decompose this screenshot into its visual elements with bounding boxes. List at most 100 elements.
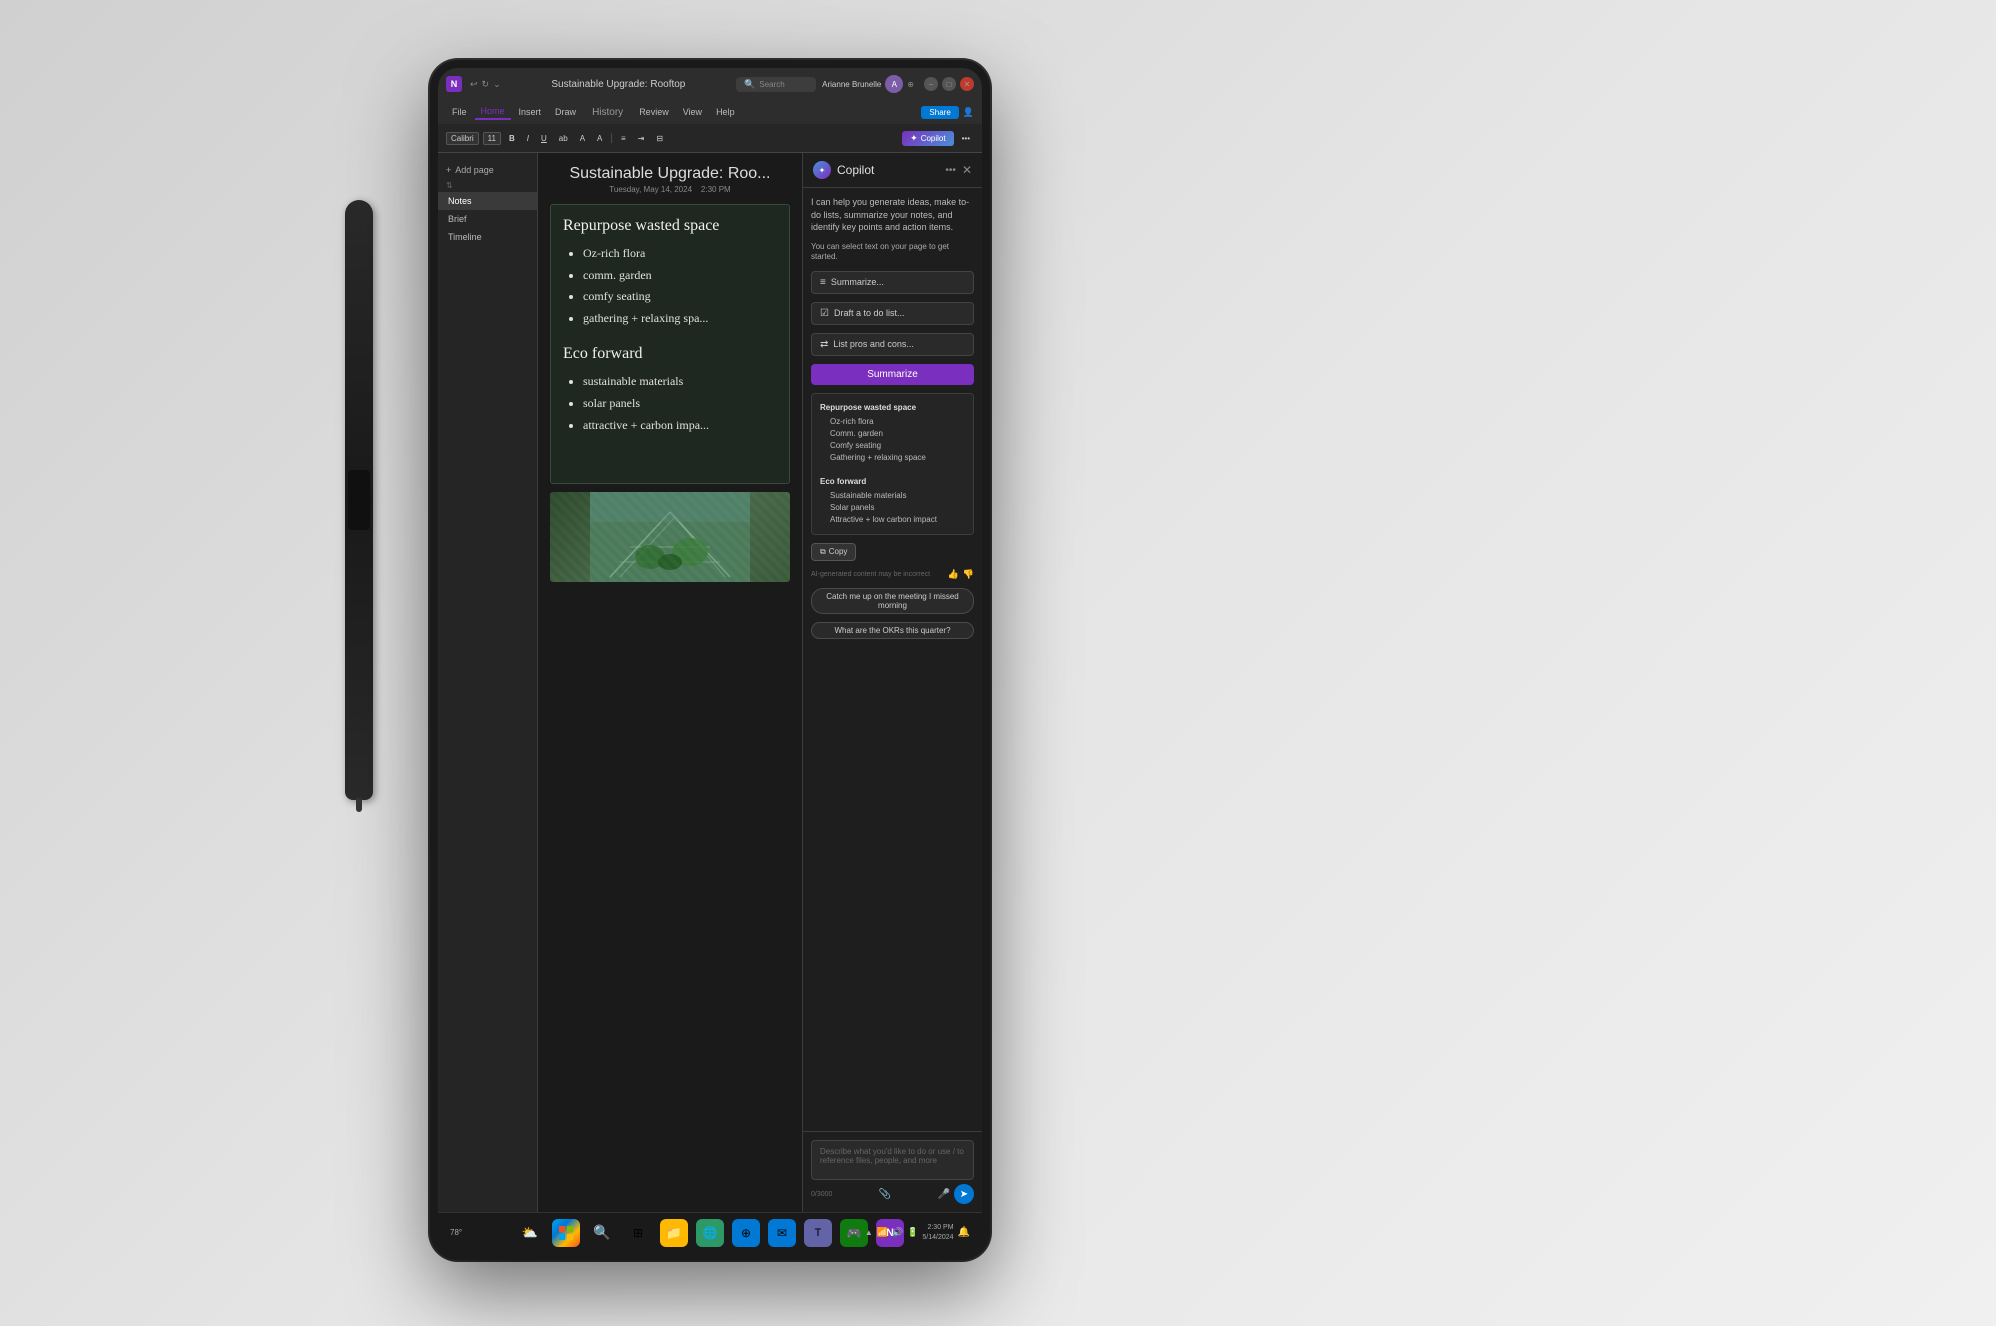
- taskbar-icon-xbox[interactable]: 🎮: [840, 1219, 868, 1247]
- thumbs-down-icon[interactable]: 👎: [963, 569, 974, 580]
- prompt-chip-catchup[interactable]: Catch me up on the meeting I missed morn…: [811, 588, 974, 614]
- bold-button[interactable]: B: [505, 133, 519, 144]
- date-text: Tuesday, May 14, 2024: [609, 185, 692, 194]
- close-button[interactable]: ✕: [960, 77, 974, 91]
- list-item: comfy seating: [583, 286, 777, 308]
- summary-bullet-1: Oz-rich flora: [820, 416, 965, 428]
- stylus-button: [348, 470, 370, 530]
- sidebar: + Add page ⇅ Notes Brief Timeline: [438, 153, 538, 1212]
- note-title: Sustainable Upgrade: Roo...: [550, 165, 790, 183]
- summary-bullet-5: Sustainable materials: [820, 490, 965, 502]
- copilot-button[interactable]: ✦ Copilot: [902, 131, 953, 146]
- font-family-selector[interactable]: Calibri: [446, 132, 479, 145]
- italic-button[interactable]: I: [523, 133, 533, 144]
- summarize-button[interactable]: Summarize: [811, 364, 974, 385]
- maximize-button[interactable]: □: [942, 77, 956, 91]
- draft-todo-label: Draft a to do list...: [834, 308, 905, 318]
- copilot-input-area: Describe what you'd like to do or use / …: [803, 1131, 982, 1212]
- divider: |: [610, 133, 613, 144]
- text-color-button[interactable]: A: [576, 133, 589, 144]
- copilot-logo-icon: ✦: [813, 161, 831, 179]
- summary-bullet-3: Comfy seating: [820, 440, 965, 452]
- sidebar-item-brief[interactable]: Brief: [438, 210, 537, 228]
- add-page-button[interactable]: + Add page: [438, 161, 537, 179]
- tab-review[interactable]: Review: [633, 105, 675, 119]
- copilot-close-button[interactable]: ✕: [962, 163, 972, 177]
- font-size-selector[interactable]: 11: [483, 132, 501, 145]
- stylus-tip: [356, 798, 362, 812]
- system-tray[interactable]: ▲: [865, 1228, 873, 1237]
- copilot-input-field[interactable]: Describe what you'd like to do or use / …: [811, 1140, 974, 1180]
- suggestion-pros-cons[interactable]: ⇄ List pros and cons...: [811, 333, 974, 356]
- taskbar-icon-windows[interactable]: [552, 1219, 580, 1247]
- suggestion-summarize[interactable]: ≡ Summarize...: [811, 271, 974, 294]
- sidebar-item-notes[interactable]: Notes: [438, 192, 537, 210]
- list-item: comm. garden: [583, 265, 777, 287]
- summary-bullet-2: Comm. garden: [820, 428, 965, 440]
- taskbar-icon-explorer[interactable]: 📁: [660, 1219, 688, 1247]
- tab-help[interactable]: Help: [710, 105, 741, 119]
- prompt-chip-okrs[interactable]: What are the OKRs this quarter?: [811, 622, 974, 639]
- network-icon: 📶: [877, 1227, 888, 1238]
- microphone-icon[interactable]: 🎤: [938, 1189, 950, 1200]
- share-button[interactable]: Share: [921, 106, 958, 119]
- taskbar-taskview-button[interactable]: ⊞: [624, 1219, 652, 1247]
- taskbar-icon-weather[interactable]: ⛅: [516, 1219, 544, 1247]
- taskbar-right: ▲ 📶 🔊 🔋 2:30 PM 5/14/2024 🔔: [865, 1223, 970, 1241]
- thumbs-up-icon[interactable]: 👍: [948, 569, 959, 580]
- copy-label: Copy: [829, 547, 848, 556]
- taskbar-icon-teams[interactable]: T: [804, 1219, 832, 1247]
- tab-view[interactable]: View: [677, 105, 708, 119]
- notifications-icon[interactable]: 🔔: [958, 1227, 970, 1238]
- strikethrough-button[interactable]: ab: [555, 133, 572, 144]
- bullet-list-2: sustainable materials solar panels attra…: [563, 371, 777, 436]
- more-options-icon[interactable]: •••: [945, 165, 956, 176]
- ribbon-actions: Calibri 11 B I U ab A A | ≡ ⇥ ⊟ ✦ Copilo…: [438, 124, 982, 152]
- minimize-button[interactable]: −: [924, 77, 938, 91]
- copy-button[interactable]: ⧉ Copy: [811, 543, 856, 561]
- note-date: Tuesday, May 14, 2024 2:30 PM: [550, 185, 790, 194]
- taskbar-search-button[interactable]: 🔍: [588, 1219, 616, 1247]
- datetime-display[interactable]: 2:30 PM 5/14/2024: [922, 1223, 953, 1241]
- note-page[interactable]: Repurpose wasted space Oz-rich flora com…: [550, 204, 790, 484]
- note-canvas[interactable]: Sustainable Upgrade: Roo... Tuesday, May…: [538, 153, 802, 1212]
- list-item: Oz-rich flora: [583, 243, 777, 265]
- summary-output: Repurpose wasted space Oz-rich flora Com…: [811, 393, 974, 535]
- tab-file[interactable]: File: [446, 105, 473, 119]
- sidebar-item-timeline[interactable]: Timeline: [438, 228, 537, 246]
- windows-logo-icon: [559, 1226, 573, 1240]
- tab-home[interactable]: Home: [475, 104, 511, 120]
- underline-button[interactable]: U: [537, 133, 551, 144]
- ai-disclaimer: AI-generated content may be incorrect 👍 …: [811, 569, 974, 580]
- disclaimer-text: AI-generated content may be incorrect: [811, 571, 930, 578]
- summary-bullet-6: Solar panels: [820, 502, 965, 514]
- main-area: + Add page ⇅ Notes Brief Timeline: [438, 153, 982, 1212]
- stylus: [345, 200, 373, 800]
- input-controls: 0/3000 📎 🎤 ➤: [811, 1184, 974, 1204]
- tab-draw[interactable]: Draw: [549, 105, 582, 119]
- volume-icon[interactable]: 🔊: [892, 1227, 903, 1238]
- taskbar-icon-outlook[interactable]: ✉: [768, 1219, 796, 1247]
- search-label: Search: [759, 80, 784, 89]
- tab-insert[interactable]: Insert: [513, 105, 548, 119]
- attachment-icon[interactable]: 📎: [879, 1189, 891, 1200]
- tab-history[interactable]: History: [584, 107, 631, 118]
- copilot-icon: ✦: [910, 133, 918, 144]
- summarize-label: Summarize...: [831, 277, 884, 287]
- sidebar-sort-icon[interactable]: ⇅: [446, 181, 453, 190]
- char-count: 0/3000: [811, 1191, 832, 1198]
- list-button[interactable]: ≡: [617, 133, 630, 144]
- highlight-button[interactable]: A: [593, 133, 606, 144]
- format-button[interactable]: ⊟: [652, 133, 667, 144]
- search-box[interactable]: 🔍 Search: [736, 77, 816, 92]
- send-button[interactable]: ➤: [954, 1184, 974, 1204]
- suggestion-draft-todo[interactable]: ☑ Draft a to do list...: [811, 302, 974, 325]
- list-item: gathering + relaxing spa...: [583, 308, 777, 330]
- scene: N ↩ ↻ ⌄ Sustainable Upgrade: Rooftop 🔍 S…: [0, 0, 1996, 1326]
- taskbar-icon-edge[interactable]: ⊕: [732, 1219, 760, 1247]
- copilot-select-hint: You can select text on your page to get …: [811, 242, 974, 263]
- more-options-button[interactable]: •••: [958, 133, 974, 144]
- taskbar-icon-browser[interactable]: 🌐: [696, 1219, 724, 1247]
- note-image: [550, 492, 790, 582]
- indent-button[interactable]: ⇥: [634, 133, 649, 144]
